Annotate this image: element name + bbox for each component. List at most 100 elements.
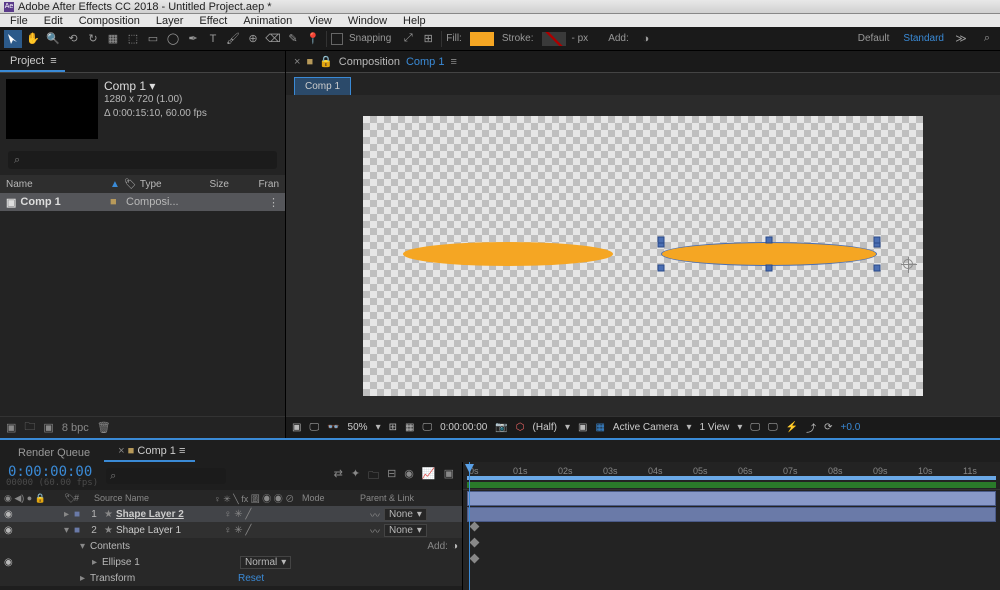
grid-icon[interactable]: ⊞ (389, 422, 397, 433)
col-number[interactable]: # (74, 493, 94, 503)
menu-window[interactable]: Window (340, 15, 395, 27)
stroke-swatch[interactable] (542, 32, 566, 46)
resolution-icon[interactable]: 🖵 (309, 422, 319, 433)
shape-ellipse-1[interactable] (403, 242, 613, 266)
add-dropdown-icon[interactable]: ◑ (637, 30, 655, 48)
project-item-comp1[interactable]: ▣Comp 1 ■ Composi... ⋮ (0, 193, 285, 211)
layer-row-2[interactable]: ◉ ▾ ■ 2 ★ Shape Layer 1 ♀ ✳ ╱ 〰None ▾ (0, 522, 462, 538)
anchor-point[interactable] (903, 259, 913, 269)
ellipse-row[interactable]: ◉ ▸ Ellipse 1 Normal ▾ (0, 554, 462, 570)
type-tool[interactable]: T (204, 30, 222, 48)
twirl-icon[interactable]: ▾ (64, 525, 74, 536)
layer-bar-1[interactable] (467, 491, 996, 506)
brush-tool[interactable]: 🖌 (224, 30, 242, 48)
selection-tool[interactable] (4, 30, 22, 48)
col-name[interactable]: Name (6, 179, 106, 190)
menu-edit[interactable]: Edit (36, 15, 71, 27)
keyframe[interactable] (470, 554, 480, 564)
time-ruler[interactable]: 0s 01s 02s 03s 04s 05s 06s 07s 08s 09s 1… (463, 462, 1000, 490)
panel-menu-icon[interactable]: ≡ (50, 55, 54, 67)
interpret-icon[interactable]: ▣ (6, 421, 16, 434)
visibility-icon[interactable]: ◉ (4, 525, 16, 536)
exposure-value[interactable]: +0.0 (841, 422, 861, 433)
zoom-tool[interactable]: 🔍 (44, 30, 62, 48)
col-mode[interactable]: Mode (302, 493, 360, 503)
toggle-icon[interactable]: 🖵 (422, 422, 432, 433)
motion-blur-icon[interactable]: ◉ (404, 467, 414, 486)
twirl-icon[interactable]: ▸ (64, 509, 74, 520)
trash-icon[interactable]: 🗑 (97, 421, 111, 434)
keyframe[interactable] (470, 522, 480, 532)
menu-composition[interactable]: Composition (71, 15, 148, 27)
magnify-icon[interactable]: ▣ (292, 422, 301, 433)
col-type[interactable]: Type (140, 179, 195, 190)
panel-menu-icon[interactable]: ≡ (179, 445, 185, 457)
snap-grid-icon[interactable]: ⊞ (419, 30, 437, 48)
playhead[interactable] (469, 462, 470, 590)
menu-layer[interactable]: Layer (148, 15, 192, 27)
blend-mode-dropdown[interactable]: Normal ▾ (240, 556, 291, 569)
menu-effect[interactable]: Effect (191, 15, 235, 27)
color-mgmt-icon[interactable]: ⬡ (516, 422, 525, 433)
layout-standard[interactable]: Standard (903, 33, 944, 44)
draft-icon[interactable]: 🖵 (750, 422, 760, 433)
snapping-checkbox[interactable] (331, 33, 343, 45)
handle-se[interactable] (874, 264, 881, 271)
layer-name[interactable]: Shape Layer 2 (116, 509, 184, 520)
brainstorm-icon[interactable]: ▣ (444, 467, 454, 486)
pixel-aspect-icon[interactable]: 🖵 (768, 422, 778, 433)
col-source-name[interactable]: Source Name (94, 493, 214, 503)
handle-sw[interactable] (658, 264, 665, 271)
rotate-tool[interactable]: ↻ (84, 30, 102, 48)
snap-edge-icon[interactable]: ⤢ (399, 30, 417, 48)
viewport[interactable] (363, 116, 923, 396)
menu-animation[interactable]: Animation (235, 15, 300, 27)
menu-help[interactable]: Help (395, 15, 434, 27)
puppet-tool[interactable]: 📍 (304, 30, 322, 48)
mask-icon[interactable]: 👓 (327, 422, 339, 433)
pan-behind-tool[interactable]: ⬚ (124, 30, 142, 48)
lock-icon[interactable]: 🔒 (319, 55, 333, 68)
frame-blend-icon[interactable]: ⊟ (387, 467, 396, 486)
col-size[interactable]: Size (199, 179, 229, 190)
layer-row-1[interactable]: ◉ ▸ ■ 1 ★ Shape Layer 2 ♀ ✳ ╱ 〰None ▾ (0, 506, 462, 522)
timeline-track-area[interactable]: 0s 01s 02s 03s 04s 05s 06s 07s 08s 09s 1… (463, 462, 1000, 590)
parent-dropdown[interactable]: None ▾ (384, 508, 427, 521)
transparency-icon[interactable]: ▦ (595, 422, 604, 433)
work-area-bar[interactable] (467, 476, 996, 480)
folder-icon[interactable]: 🗀 (24, 418, 35, 437)
shape-rect-tool[interactable]: ▭ (144, 30, 162, 48)
comp-mini-flowchart-icon[interactable]: ⇄ (334, 467, 343, 486)
flowchart-icon[interactable]: ⟳ (824, 422, 832, 433)
roi-icon[interactable]: ▣ (578, 422, 587, 433)
handle-s[interactable] (766, 264, 773, 271)
orbit-tool[interactable]: ⟲ (64, 30, 82, 48)
stroke-px[interactable]: - px (572, 33, 589, 44)
col-framerate[interactable]: Fran (258, 179, 279, 190)
shy-icon[interactable]: 🗀 (368, 467, 379, 486)
timeline-search[interactable]: ⌕ (106, 468, 226, 484)
tab-render-queue[interactable]: Render Queue (8, 444, 100, 462)
menu-view[interactable]: View (300, 15, 340, 27)
preview-time[interactable]: 0:00:00:00 (440, 422, 487, 433)
close-icon[interactable]: × (118, 445, 124, 457)
handle-nw[interactable] (658, 236, 665, 243)
bpc-label[interactable]: 8 bpc (62, 422, 89, 434)
channel-icon[interactable]: ▦ (405, 422, 414, 433)
transform-row[interactable]: ▸ Transform Reset (0, 570, 462, 586)
camera-value[interactable]: Active Camera (613, 422, 679, 433)
project-tab[interactable]: Project≡ (0, 52, 65, 72)
overflow-icon[interactable]: ≫ (952, 30, 970, 48)
pen-tool[interactable]: ✒ (184, 30, 202, 48)
shape-ellipse-tool[interactable]: ◯ (164, 30, 182, 48)
visibility-icon[interactable]: ◉ (4, 509, 16, 520)
col-parent[interactable]: Parent & Link (360, 493, 458, 503)
contents-row[interactable]: ▾ Contents Add:◑ (0, 538, 462, 554)
comp-header-name[interactable]: Comp 1 (406, 56, 445, 68)
search-toolbar-icon[interactable]: ⌕ (978, 30, 996, 48)
keyframe[interactable] (470, 538, 480, 548)
fill-swatch[interactable] (470, 32, 494, 46)
camera-tool[interactable]: ▦ (104, 30, 122, 48)
resolution-value[interactable]: (Half) (533, 422, 557, 433)
fast-preview-icon[interactable]: ⚡ (786, 422, 798, 433)
